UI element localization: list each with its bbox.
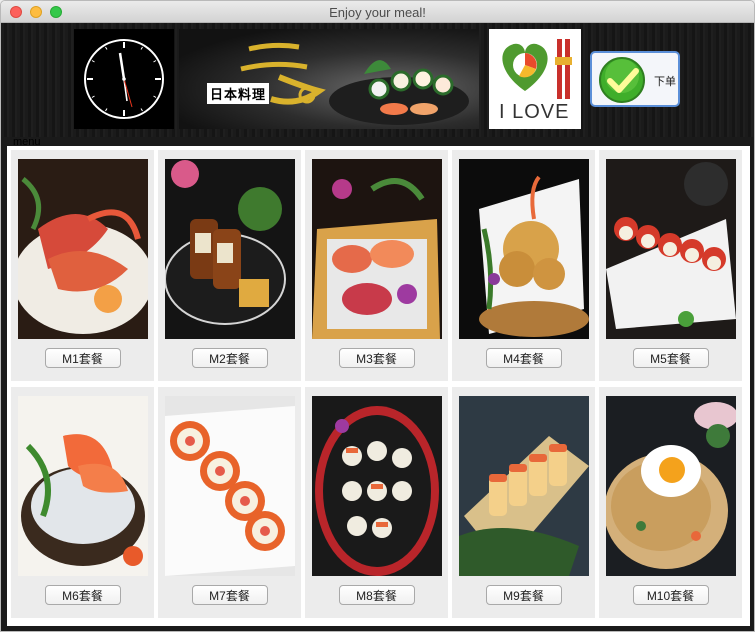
menu-item: M8套餐 <box>305 387 448 618</box>
love-text: I LOVE <box>499 101 570 123</box>
menu-item-button-m8[interactable]: M8套餐 <box>338 585 415 605</box>
checkmark-icon <box>599 57 645 103</box>
menu-item: M5套餐 <box>599 150 742 381</box>
menu-item-button-m9[interactable]: M9套餐 <box>485 585 562 605</box>
restaurant-logo-image: 日本料理 <box>179 29 479 129</box>
menu-item-button-m6[interactable]: M6套餐 <box>44 585 121 605</box>
menu-item-button-m2[interactable]: M2套餐 <box>191 348 268 368</box>
menu-item-button-m4[interactable]: M4套餐 <box>485 348 562 368</box>
nigiri-board-photo <box>459 396 589 576</box>
sushi-roll-platter-photo <box>606 159 736 339</box>
sashimi-boat-photo <box>312 159 442 339</box>
menu-legend: menu <box>13 136 41 148</box>
menu-item: M10套餐 <box>599 387 742 618</box>
salmon-bowl-photo <box>18 396 148 576</box>
menu-item: M7套餐 <box>158 387 301 618</box>
order-button-label: 下单 <box>654 76 676 88</box>
california-roll-photo <box>165 396 295 576</box>
menu-item: M6套餐 <box>11 387 154 618</box>
menu-item: M9套餐 <box>452 387 595 618</box>
menu-item-button-m7[interactable]: M7套餐 <box>191 585 268 605</box>
analog-clock-icon <box>74 29 174 129</box>
logo-text: 日本料理 <box>207 83 270 104</box>
app-content: 日本料理 I LOVE 下单 M1套餐 M2套餐 M3套餐 M4套餐 M5套餐 … <box>1 23 754 631</box>
menu-panel: M1套餐 M2套餐 M3套餐 M4套餐 M5套餐 M6套餐 M7套餐 M8套餐 … <box>7 146 750 626</box>
menu-item-button-m3[interactable]: M3套餐 <box>338 348 415 368</box>
eel-dish-photo <box>165 159 295 339</box>
menu-item: M1套餐 <box>11 150 154 381</box>
place-order-button[interactable]: 下单 <box>590 51 680 107</box>
menu-item-button-m5[interactable]: M5套餐 <box>632 348 709 368</box>
sashimi-photo <box>18 159 148 339</box>
title-bar: Enjoy your meal! <box>1 1 754 23</box>
menu-item-button-m1[interactable]: M1套餐 <box>44 348 121 368</box>
menu-item: M2套餐 <box>158 150 301 381</box>
app-window: Enjoy your meal! 日本料理 I LOVE 下单 M1套餐 M2套… <box>0 0 755 632</box>
sushi-platter-photo <box>312 396 442 576</box>
tempura-photo <box>459 159 589 339</box>
love-logo-image: I LOVE <box>489 29 581 129</box>
menu-item: M3套餐 <box>305 150 448 381</box>
window-title: Enjoy your meal! <box>329 5 426 20</box>
banner: 日本料理 I LOVE 下单 <box>1 23 754 137</box>
menu-item: M4套餐 <box>452 150 595 381</box>
menu-grid: M1套餐 M2套餐 M3套餐 M4套餐 M5套餐 M6套餐 M7套餐 M8套餐 … <box>11 150 746 622</box>
fried-rice-egg-photo <box>606 396 736 576</box>
menu-item-button-m10[interactable]: M10套餐 <box>632 585 709 605</box>
